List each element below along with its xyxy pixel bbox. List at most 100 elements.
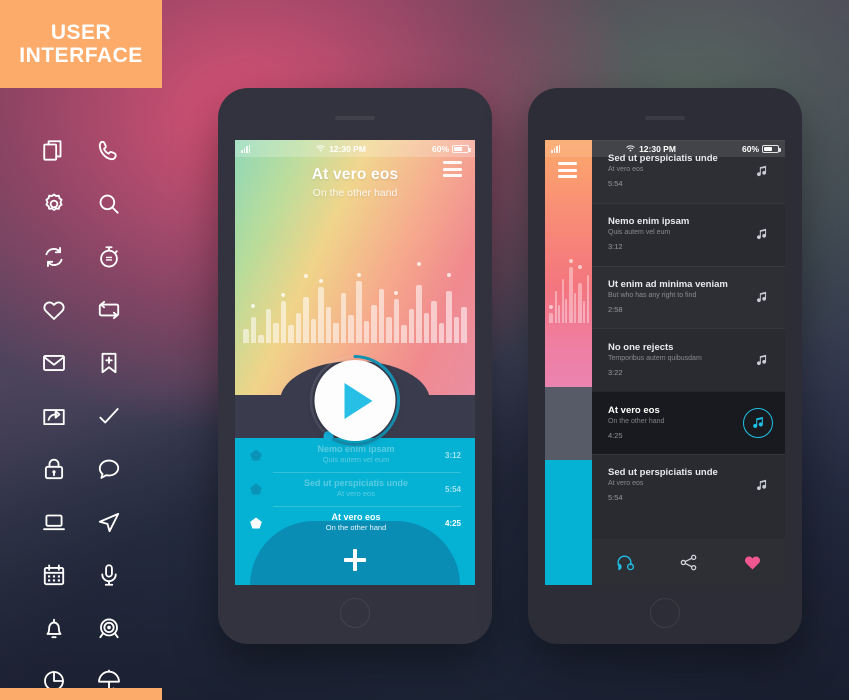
battery-percent: 60% — [741, 143, 759, 154]
equalizer-bar-fill — [393, 299, 400, 343]
music-note-icon[interactable] — [751, 160, 773, 182]
home-button[interactable] — [340, 598, 370, 628]
hamburger-line — [558, 162, 577, 165]
lock-icon[interactable] — [37, 452, 71, 486]
equalizer-bar-fill — [243, 329, 249, 343]
equalizer-bar-fill — [280, 301, 287, 343]
equalizer-bar-fill — [438, 323, 445, 343]
laptop-icon[interactable] — [37, 505, 71, 539]
phone-icon[interactable] — [92, 134, 126, 168]
equalizer-bar — [549, 304, 553, 323]
menu-button[interactable] — [443, 161, 462, 177]
equalizer-bar-fill — [363, 321, 370, 343]
track-duration: 3:12 — [608, 242, 623, 252]
track-duration: 5:54 — [608, 493, 623, 503]
home-button[interactable] — [650, 598, 680, 628]
playlist-row-duration: 5:54 — [444, 484, 461, 494]
equalizer-bar — [586, 274, 590, 323]
equalizer-bar — [446, 273, 452, 343]
now-playing-title: At vero eos — [311, 166, 399, 183]
equalizer-bar-fill — [401, 325, 407, 343]
hamburger-line — [443, 174, 462, 177]
battery-icon — [762, 144, 781, 153]
equalizer-bar-fill — [416, 285, 422, 343]
phone1-status-bar: 12:30 PM 60% — [235, 140, 475, 157]
send-icon[interactable] — [92, 505, 126, 539]
star-icon[interactable] — [249, 448, 263, 462]
heart-icon[interactable] — [37, 293, 71, 327]
side-equalizer — [549, 253, 590, 323]
track-row[interactable]: Ut enim ad minima veniam But who has any … — [592, 265, 785, 329]
microphone-icon[interactable] — [92, 558, 126, 592]
chat-bubble-icon[interactable] — [92, 452, 126, 486]
music-note-icon[interactable] — [751, 474, 773, 496]
music-note-icon[interactable] — [751, 349, 773, 371]
phone2-screen: Sed ut perspiciatis unde At vero eos 5:54 N… — [545, 140, 785, 585]
menu-button[interactable] — [558, 162, 577, 178]
track-subtitle: At vero eos — [608, 166, 644, 174]
check-icon[interactable] — [92, 399, 126, 433]
star-icon[interactable] — [249, 482, 263, 496]
signal-bars-icon — [551, 144, 560, 153]
row-divider — [273, 506, 461, 507]
equalizer-bar-fill — [303, 297, 309, 343]
track-row[interactable]: Nemo enim ipsam Quis autem vel eum 3:12 — [592, 202, 785, 266]
playlist-row-subtitle: On the other hand — [325, 523, 387, 533]
equalizer-bar-fill — [423, 313, 430, 343]
track-info: At vero eos On the other hand 4:25 — [608, 404, 743, 440]
equalizer-bar-fill — [250, 317, 257, 343]
playlist-row[interactable]: Sed ut perspiciatis unde At vero eos 5:54 — [235, 472, 475, 506]
earpiece — [645, 116, 685, 120]
equalizer-bar — [243, 329, 249, 343]
track-title: At vero eos — [608, 404, 660, 416]
add-button[interactable] — [344, 549, 366, 571]
target-icon[interactable] — [92, 611, 126, 645]
headphones-icon[interactable] — [592, 553, 656, 572]
equalizer-bar-fill — [258, 335, 264, 343]
share-folder-icon[interactable] — [37, 399, 71, 433]
gear-icon[interactable] — [37, 187, 71, 221]
equalizer-bar-fill — [565, 298, 568, 323]
search-icon[interactable] — [92, 187, 126, 221]
track-subtitle: On the other hand — [608, 417, 665, 425]
playlist-rows: Nemo enim ipsam Quis autem vel eum 3:12 Sed… — [235, 438, 475, 540]
equalizer-bar — [258, 335, 264, 343]
calendar-icon[interactable] — [37, 558, 71, 592]
hamburger-line — [443, 167, 462, 171]
bookmark-add-icon[interactable] — [92, 346, 126, 380]
equalizer-dot — [577, 264, 582, 269]
equalizer-visualizer — [243, 262, 467, 343]
track-row-active[interactable]: At vero eos On the other hand 4:25 — [592, 391, 785, 454]
phone-mockup-player: 12:30 PM 60% At vero eos On the other ha… — [218, 88, 492, 644]
music-note-icon[interactable] — [751, 223, 773, 245]
equalizer-bar-fill — [273, 323, 279, 343]
equalizer-bar — [577, 264, 582, 323]
star-icon[interactable] — [249, 516, 263, 530]
row-divider — [592, 453, 785, 455]
stopwatch-icon[interactable] — [92, 240, 126, 274]
music-note-icon[interactable] — [751, 286, 773, 308]
refresh-icon[interactable] — [37, 240, 71, 274]
play-button[interactable] — [314, 360, 396, 441]
playlist-row[interactable]: At vero eos On the other hand 4:25 — [235, 506, 475, 540]
heart-icon[interactable] — [721, 553, 785, 572]
track-row[interactable]: No one rejects Temporibus autem quibusdam… — [592, 328, 785, 392]
equalizer-bar — [568, 258, 573, 323]
equalizer-bar-fill — [558, 304, 561, 323]
track-duration: 3:22 — [608, 367, 623, 377]
status-center: 12:30 PM — [250, 144, 432, 154]
earpiece — [335, 116, 375, 120]
music-note-icon[interactable] — [743, 407, 773, 438]
equalizer-bar-fill — [461, 307, 467, 343]
playlist-row-duration: 3:12 — [444, 450, 461, 460]
share-icon[interactable] — [656, 553, 720, 572]
track-row[interactable]: Sed ut perspiciatis unde At vero eos 5:54 — [592, 453, 785, 517]
status-center: 12:30 PM — [560, 144, 742, 154]
bell-icon[interactable] — [37, 611, 71, 645]
equalizer-bar — [423, 313, 430, 343]
equalizer-bar-fill — [574, 292, 577, 323]
track-subtitle: Temporibus autem quibusdam — [608, 354, 702, 362]
repeat-icon[interactable] — [92, 293, 126, 327]
copy-icon[interactable] — [37, 134, 71, 168]
mail-icon[interactable] — [37, 346, 71, 380]
